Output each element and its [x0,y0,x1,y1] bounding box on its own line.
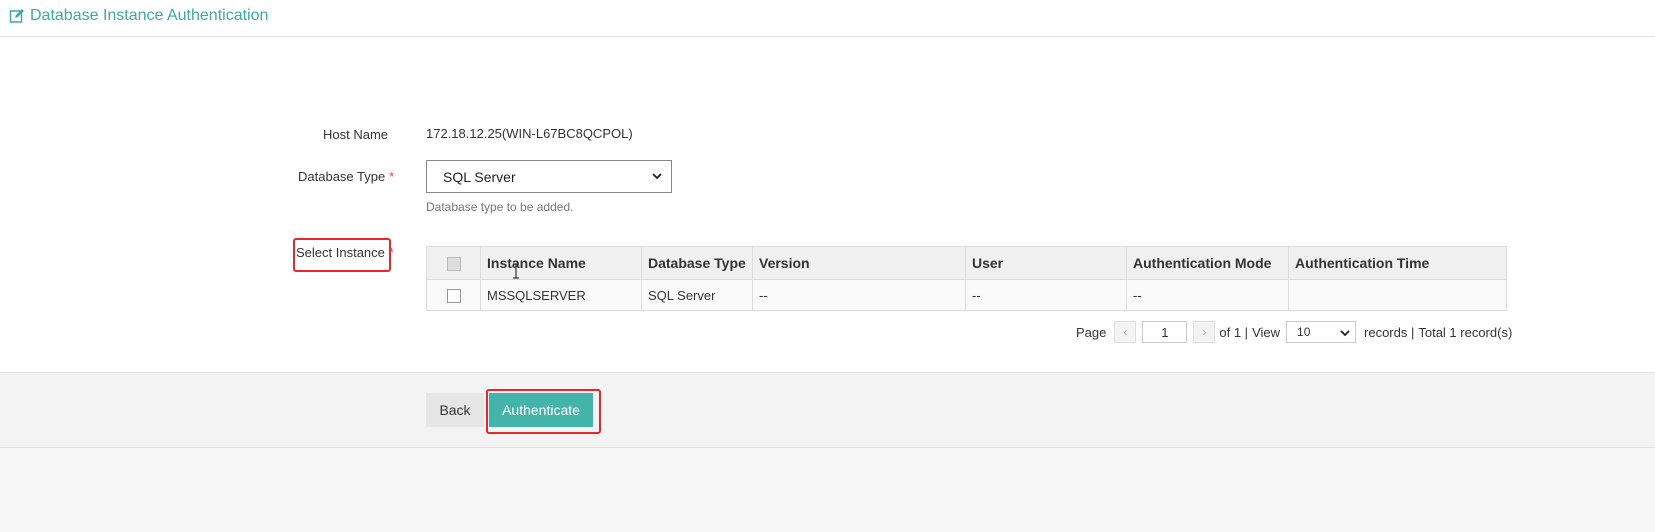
instance-name-cell: MSSQLSERVER [480,279,642,311]
page-header: Database Instance Authentication [0,0,1655,37]
page-size-select[interactable]: 10 [1286,321,1357,343]
view-label: View [1252,324,1281,340]
instance-table: Instance Name Database Type Version User… [426,246,1507,311]
column-header[interactable]: Instance Name [480,246,642,280]
page-title: Database Instance Authentication [30,7,269,24]
chevron-down-icon [652,173,662,180]
page-label: Page [1076,324,1107,340]
column-header[interactable]: Authentication Time [1288,246,1507,280]
auth-mode-cell: -- [1126,279,1289,311]
column-header[interactable]: Authentication Mode [1126,246,1289,280]
database-type-cell: SQL Server [641,279,753,311]
page-number-input[interactable]: 1 [1142,321,1188,343]
next-page-button[interactable]: › [1193,321,1216,343]
user-cell: -- [965,279,1127,311]
pagination: Page ‹ 1 › of 1 | View 10 records | Tota… [1076,320,1512,344]
select-all-checkbox[interactable] [446,257,461,272]
select-all-cell [426,246,481,280]
records-label: records | [1364,324,1415,340]
database-type-label: Database Type * [298,169,395,184]
required-mark: * [389,169,395,184]
table-header-row: Instance Name Database Type Version User… [426,246,1507,280]
row-checkbox-cell [426,279,481,311]
database-type-select[interactable]: SQL Server [426,160,672,193]
column-header[interactable]: User [965,246,1127,280]
highlight-box-authenticate [486,389,601,434]
total-records-label: Total 1 record(s) [1418,324,1513,340]
table-row[interactable]: MSSQLSERVER SQL Server -- -- -- [426,279,1507,311]
column-header[interactable]: Database Type [641,246,753,280]
edit-icon [9,9,24,23]
auth-time-cell [1288,279,1507,311]
prev-page-button[interactable]: ‹ [1114,321,1137,343]
database-type-hint: Database type to be added. [426,200,574,214]
text-cursor-icon [513,263,519,279]
database-type-selected: SQL Server [443,168,516,185]
row-checkbox[interactable] [446,288,461,303]
host-name-value: 172.18.12.25(WIN-L67BC8QCPOL) [426,126,633,141]
page-bottom [0,448,1655,532]
column-header[interactable]: Version [752,246,966,280]
title-wrap: Database Instance Authentication [9,7,268,25]
page-size-value: 10 [1297,325,1311,339]
page-count-label: of 1 | [1219,324,1249,340]
version-cell: -- [752,279,966,311]
action-bar [0,372,1655,448]
back-button[interactable]: Back [426,393,484,427]
chevron-down-icon [1340,330,1350,337]
host-name-label: Host Name [323,127,389,142]
highlight-box-select-instance [293,238,391,272]
